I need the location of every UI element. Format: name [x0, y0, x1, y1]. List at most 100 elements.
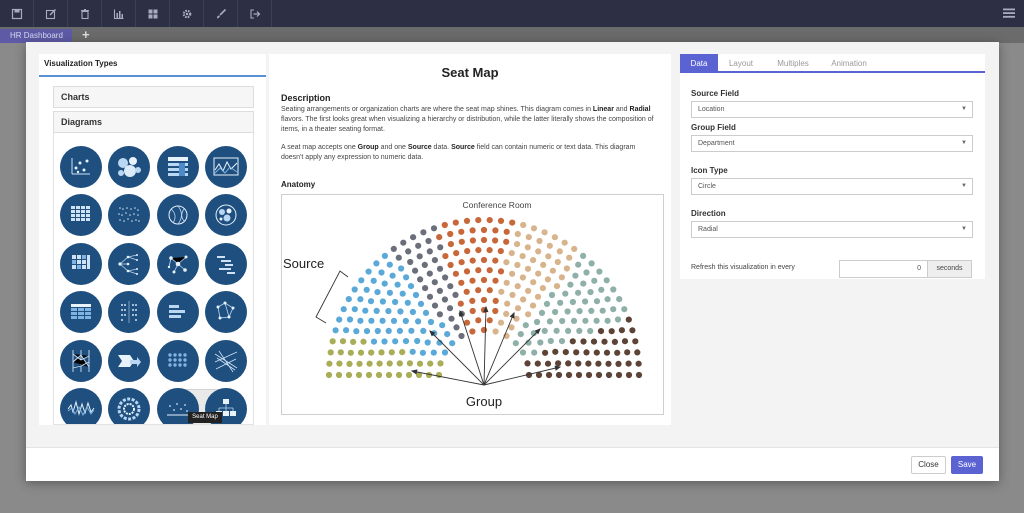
tree-diagram-icon[interactable] — [108, 243, 150, 285]
seat-dot — [426, 270, 433, 277]
edit-toolbar-button[interactable] — [34, 0, 68, 27]
dot-cloud-diagram-icon[interactable] — [108, 194, 150, 236]
group-field-select[interactable]: Department ▼ — [691, 135, 973, 152]
refresh-interval-input[interactable]: 0 — [839, 260, 928, 278]
data-table-diagram-icon[interactable] — [60, 291, 102, 333]
icon-type-select[interactable]: Circle ▼ — [691, 178, 973, 195]
grid-toolbar-button[interactable] — [136, 0, 170, 27]
direction-select[interactable]: Radial ▼ — [691, 221, 973, 238]
seat-map-diagram-icon[interactable] — [157, 340, 199, 382]
seat-dot — [475, 267, 482, 274]
tab-data[interactable]: Data — [680, 54, 718, 73]
wave-diagram-icon[interactable] — [60, 388, 102, 424]
seat-dot — [458, 279, 465, 286]
exit-toolbar-button[interactable] — [238, 0, 272, 27]
table-bars-diagram-icon[interactable] — [157, 146, 199, 188]
dashboard-tab[interactable]: HR Dashboard — [0, 29, 72, 43]
seat-dot — [583, 349, 590, 356]
seat-dot — [558, 274, 565, 281]
tab-animation[interactable]: Animation — [822, 54, 876, 73]
settings-toolbar-button[interactable] — [170, 0, 204, 27]
seat-dot — [357, 296, 364, 303]
seat-dot — [351, 286, 358, 293]
seat-dot — [365, 371, 373, 379]
seat-dot — [417, 276, 424, 283]
tab-multiples[interactable]: Multiples — [768, 54, 818, 73]
seat-dot — [486, 247, 493, 254]
save-button[interactable]: Save — [951, 456, 983, 474]
seat-dot — [538, 309, 546, 316]
seat-dot — [370, 338, 378, 345]
seat-dot — [618, 327, 625, 334]
chord-lines-diagram-icon[interactable] — [205, 340, 247, 382]
seat-dot — [437, 360, 444, 367]
seat-dot — [394, 281, 401, 288]
gantt-diagram-icon[interactable] — [205, 243, 247, 285]
seat-dot — [420, 327, 427, 334]
seat-dot — [608, 328, 615, 335]
seat-dot — [458, 238, 465, 245]
settings-panel: Data Layout Multiples Animation Source F… — [680, 54, 985, 279]
refresh-unit-addon: seconds — [927, 260, 972, 278]
constellation-diagram-icon[interactable] — [205, 291, 247, 333]
source-field-select[interactable]: Location ▼ — [691, 101, 973, 118]
seat-dot — [360, 338, 367, 345]
chart-toolbar-button[interactable] — [102, 0, 136, 27]
seat-dot — [604, 317, 611, 324]
circle-pack-diagram-icon[interactable] — [205, 194, 247, 236]
seat-dot — [486, 317, 493, 324]
seat-dot — [436, 287, 443, 294]
seat-dot — [541, 229, 548, 236]
seat-dot — [556, 248, 563, 255]
seat-dot — [492, 328, 499, 335]
seat-dot — [524, 360, 531, 367]
seat-dot — [345, 371, 353, 379]
delete-toolbar-button[interactable] — [68, 0, 102, 27]
bar-list-diagram-icon[interactable] — [157, 291, 199, 333]
seat-dot — [616, 296, 623, 303]
seat-dot — [539, 285, 546, 292]
seat-dot — [447, 241, 454, 248]
seat-dot — [555, 371, 563, 379]
seat-dot — [407, 283, 415, 290]
menu-icon[interactable] — [1002, 7, 1016, 19]
seat-dot — [453, 324, 460, 331]
anatomy-diagram: Conference Room Source Group — [281, 194, 664, 415]
flow-arrow-diagram-icon[interactable] — [108, 340, 150, 382]
seat-dot — [551, 234, 558, 241]
tab-layout[interactable]: Layout — [720, 54, 762, 73]
seat-dot — [392, 298, 399, 306]
seat-dot — [363, 286, 370, 293]
sphere-diagram-icon[interactable] — [157, 194, 199, 236]
seat-dot — [547, 337, 554, 345]
seat-dot — [368, 349, 375, 356]
section-diagrams[interactable]: Diagrams — [53, 111, 254, 133]
line-panel-diagram-icon[interactable] — [205, 146, 247, 188]
matrix-diagram-icon[interactable] — [60, 243, 102, 285]
network-diagram-icon[interactable] — [157, 243, 199, 285]
section-charts[interactable]: Charts — [53, 86, 254, 108]
seat-dot — [363, 328, 371, 335]
seat-dot — [427, 318, 435, 326]
add-tab-button[interactable]: + — [82, 28, 90, 42]
seat-dot — [327, 349, 334, 356]
bubble-diagram-icon[interactable] — [108, 146, 150, 188]
seat-dot — [376, 360, 383, 367]
heatmap-grid-diagram-icon[interactable] — [60, 194, 102, 236]
seat-dot — [576, 327, 583, 334]
chevron-down-icon: ▼ — [961, 183, 967, 189]
seat-dot — [419, 349, 426, 356]
close-button[interactable]: Close — [911, 456, 946, 474]
brush-toolbar-button[interactable] — [204, 0, 238, 27]
dot-matrix-diagram-icon[interactable] — [108, 291, 150, 333]
seat-dot — [503, 279, 510, 286]
seat-map-tooltip: Seat Map — [188, 412, 222, 423]
seat-dot — [397, 308, 404, 315]
scatter-diagram-icon[interactable] — [60, 146, 102, 188]
seat-dot — [463, 268, 471, 275]
parallel-diagram-icon[interactable] — [60, 340, 102, 382]
seat-dot — [625, 360, 632, 367]
seat-dot — [605, 371, 613, 379]
radial-diagram-icon[interactable] — [108, 388, 150, 424]
save-toolbar-button[interactable] — [0, 0, 34, 27]
